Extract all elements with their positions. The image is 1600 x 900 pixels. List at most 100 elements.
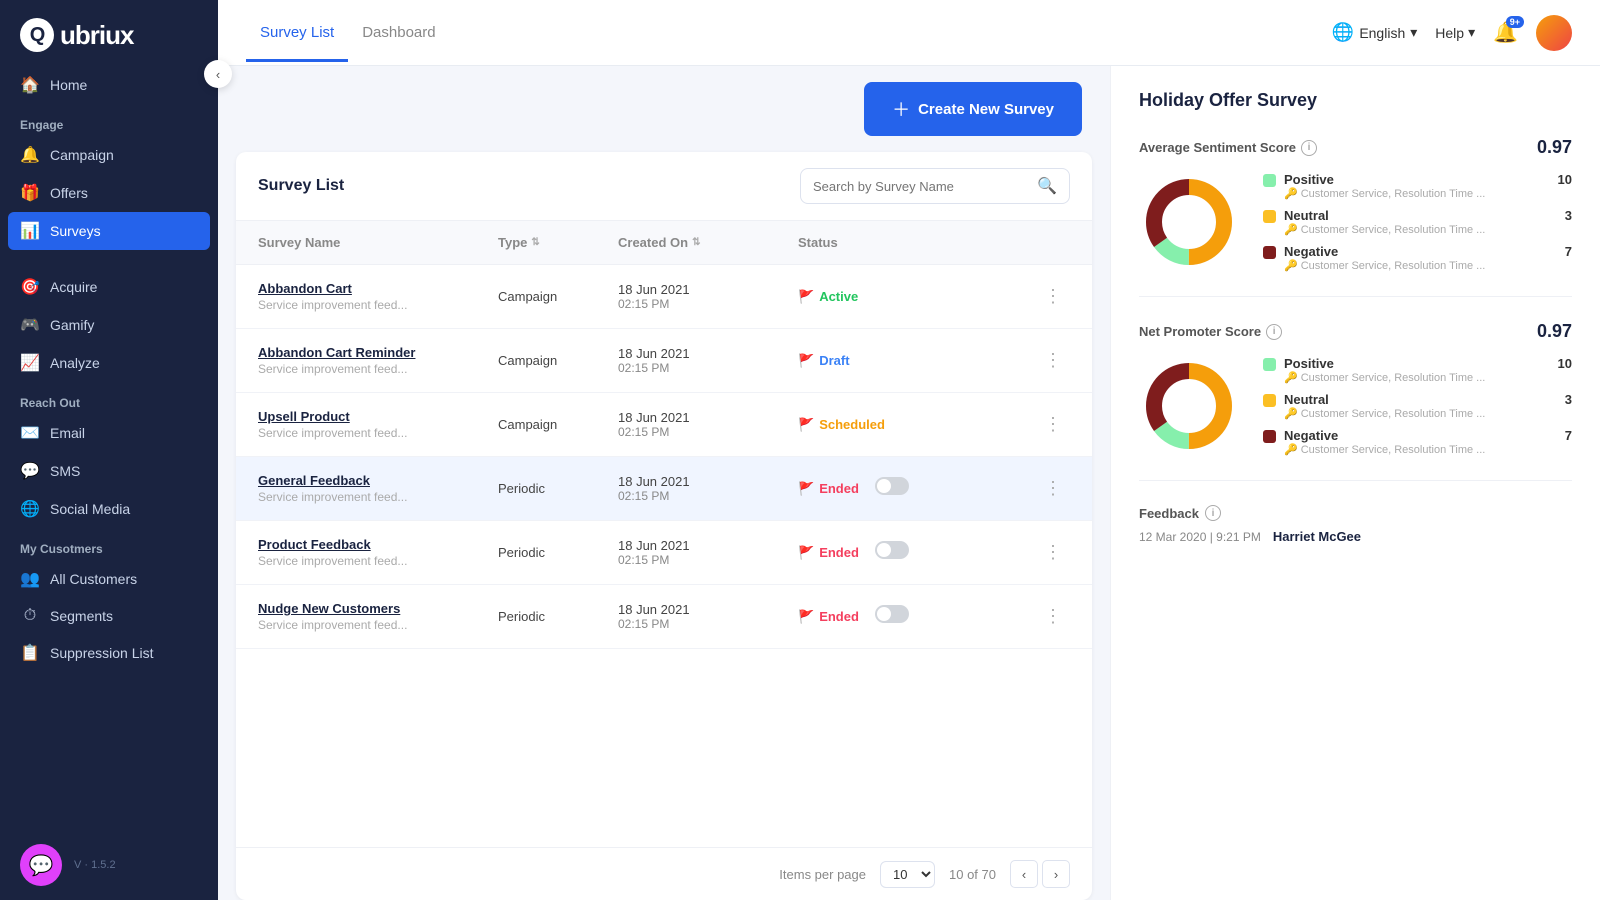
date-main: 18 Jun 2021 <box>618 538 798 553</box>
table-row[interactable]: Abbandon Cart Reminder Service improveme… <box>236 329 1092 393</box>
collapse-button[interactable]: ‹ <box>204 60 232 88</box>
topbar-right: 🌐 English ▾ Help ▾ 🔔 9+ <box>1332 15 1572 51</box>
logo-icon: Q <box>20 18 54 52</box>
status-toggle[interactable] <box>875 605 909 623</box>
key-icon: 🔑 <box>1284 187 1298 200</box>
status-toggle[interactable] <box>875 541 909 559</box>
survey-name-link[interactable]: General Feedback <box>258 473 498 488</box>
create-survey-button[interactable]: ＋ Create New Survey <box>864 82 1082 136</box>
date-main: 18 Jun 2021 <box>618 410 798 425</box>
sentiment-legend-neutral: Neutral 🔑 Customer Service, Resolution T… <box>1263 208 1572 236</box>
survey-name-link[interactable]: Abbandon Cart <box>258 281 498 296</box>
survey-desc: Service improvement feed... <box>258 490 498 504</box>
prev-page-button[interactable]: ‹ <box>1010 860 1038 888</box>
survey-name-link[interactable]: Product Feedback <box>258 537 498 552</box>
type-cell: Periodic <box>498 481 618 496</box>
sidebar-item-label: SMS <box>50 463 80 479</box>
sidebar-item-analyze[interactable]: 📈 Analyze <box>0 344 218 382</box>
row-menu-button[interactable]: ⋮ <box>1040 602 1070 631</box>
row-menu-button[interactable]: ⋮ <box>1040 474 1070 503</box>
nps-negative-info: Negative 🔑 Customer Service, Resolution … <box>1284 428 1557 456</box>
row-menu-button[interactable]: ⋮ <box>1040 346 1070 375</box>
sidebar-item-suppression[interactable]: 📋 Suppression List <box>0 634 218 672</box>
sidebar-item-surveys[interactable]: 📊 Surveys <box>8 212 210 250</box>
sidebar-item-home[interactable]: 🏠 Home <box>0 66 218 104</box>
key-icon: 🔑 <box>1284 407 1298 420</box>
create-survey-label: Create New Survey <box>918 101 1054 118</box>
search-icon: 🔍 <box>1037 176 1057 196</box>
flag-icon: 🚩 <box>798 609 814 625</box>
notifications-button[interactable]: 🔔 9+ <box>1493 20 1518 45</box>
chevron-down-icon: ▾ <box>1410 24 1417 41</box>
chat-button[interactable]: 💬 <box>20 844 62 886</box>
feedback-section: Feedback i 12 Mar 2020 | 9:21 PM Harriet… <box>1139 505 1572 544</box>
segments-icon: ⏱ <box>20 607 40 625</box>
status-cell: 🚩 Ended <box>798 477 1040 500</box>
sidebar-item-campaign[interactable]: 🔔 Campaign <box>0 136 218 174</box>
table-row[interactable]: Product Feedback Service improvement fee… <box>236 521 1092 585</box>
version-label: V · 1.5.2 <box>74 859 116 871</box>
toggle-wrap <box>875 541 909 564</box>
date-main: 18 Jun 2021 <box>618 602 798 617</box>
table-row[interactable]: Upsell Product Service improvement feed.… <box>236 393 1092 457</box>
status-toggle[interactable] <box>875 477 909 495</box>
type-cell: Campaign <box>498 353 618 368</box>
survey-list-container: Survey List 🔍 Survey Name Type ⇅ Created… <box>236 152 1092 900</box>
tab-survey-list[interactable]: Survey List <box>246 4 348 62</box>
sidebar-item-segments[interactable]: ⏱ Segments <box>0 598 218 634</box>
col-header-created[interactable]: Created On ⇅ <box>618 221 798 264</box>
status-cell: 🚩 Scheduled <box>798 417 1040 433</box>
sidebar-item-social[interactable]: 🌐 Social Media <box>0 490 218 528</box>
sidebar-item-acquire[interactable]: 🎯 Acquire <box>0 268 218 306</box>
next-page-button[interactable]: › <box>1042 860 1070 888</box>
status-badge: 🚩 Ended <box>798 545 859 561</box>
survey-name-cell: Abbandon Cart Reminder Service improveme… <box>258 335 498 386</box>
col-header-actions <box>1040 221 1070 264</box>
positive-legend-info: Positive 🔑 Customer Service, Resolution … <box>1284 172 1550 200</box>
sidebar-item-gamify[interactable]: 🎮 Gamify <box>0 306 218 344</box>
table-row[interactable]: Nudge New Customers Service improvement … <box>236 585 1092 649</box>
table-row[interactable]: Abbandon Cart Service improvement feed..… <box>236 265 1092 329</box>
search-input[interactable] <box>813 179 1029 194</box>
help-button[interactable]: Help ▾ <box>1435 24 1475 41</box>
sentiment-info-icon[interactable]: i <box>1301 140 1317 156</box>
survey-name-link[interactable]: Nudge New Customers <box>258 601 498 616</box>
key-icon: 🔑 <box>1284 259 1298 272</box>
survey-name-link[interactable]: Upsell Product <box>258 409 498 424</box>
tab-dashboard[interactable]: Dashboard <box>348 4 449 62</box>
sidebar-item-sms[interactable]: 💬 SMS <box>0 452 218 490</box>
feedback-date: 12 Mar 2020 | 9:21 PM <box>1139 530 1261 544</box>
table-row[interactable]: General Feedback Service improvement fee… <box>236 457 1092 521</box>
col-header-type[interactable]: Type ⇅ <box>498 221 618 264</box>
language-selector[interactable]: 🌐 English ▾ <box>1332 22 1417 43</box>
status-badge: 🚩 Ended <box>798 609 859 625</box>
sidebar-item-all-customers[interactable]: 👥 All Customers <box>0 560 218 598</box>
date-main: 18 Jun 2021 <box>618 282 798 297</box>
nps-neutral-info: Neutral 🔑 Customer Service, Resolution T… <box>1284 392 1557 420</box>
table-body: Abbandon Cart Service improvement feed..… <box>236 265 1092 847</box>
row-menu-button[interactable]: ⋮ <box>1040 282 1070 311</box>
nps-neutral-swatch <box>1263 394 1276 407</box>
content-area: ＋ Create New Survey Survey List 🔍 Survey… <box>218 66 1600 900</box>
status-cell: 🚩 Draft <box>798 353 1040 369</box>
pagination: Items per page 5 10 25 50 10 of 70 ‹ › <box>236 847 1092 900</box>
nps-legend-neutral: Neutral 🔑 Customer Service, Resolution T… <box>1263 392 1572 420</box>
avatar[interactable] <box>1536 15 1572 51</box>
survey-name-link[interactable]: Abbandon Cart Reminder <box>258 345 498 360</box>
plus-icon: ＋ <box>892 96 910 122</box>
row-menu-button[interactable]: ⋮ <box>1040 538 1070 567</box>
key-icon: 🔑 <box>1284 371 1298 384</box>
sidebar-item-offers[interactable]: 🎁 Offers <box>0 174 218 212</box>
row-menu-button[interactable]: ⋮ <box>1040 410 1070 439</box>
sidebar-item-email[interactable]: ✉️ Email <box>0 414 218 452</box>
date-time: 02:15 PM <box>618 297 798 311</box>
sentiment-legend: Positive 🔑 Customer Service, Resolution … <box>1263 172 1572 272</box>
type-cell: Campaign <box>498 417 618 432</box>
nps-score-value: 0.97 <box>1537 321 1572 342</box>
per-page-select[interactable]: 5 10 25 50 <box>880 861 935 888</box>
sms-icon: 💬 <box>20 461 40 481</box>
nps-info-icon[interactable]: i <box>1266 324 1282 340</box>
feedback-header: Feedback i <box>1139 505 1572 521</box>
feedback-info-icon[interactable]: i <box>1205 505 1221 521</box>
status-badge: 🚩 Scheduled <box>798 417 885 433</box>
